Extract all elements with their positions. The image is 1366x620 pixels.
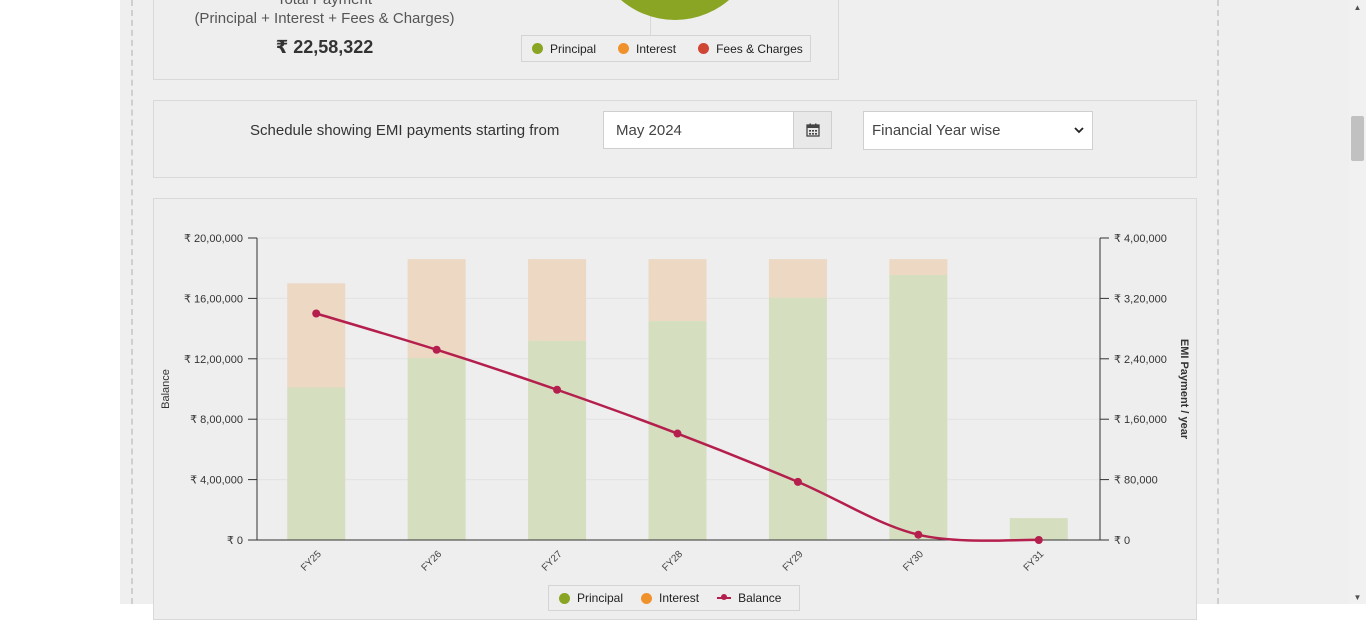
balance-line-icon [717,594,732,600]
vertical-scrollbar[interactable]: ▲ ▼ [1349,0,1366,604]
x-tick-label: FY30 [901,549,926,574]
y-tick-label-right: ₹ 0 [1114,535,1130,547]
balance-point [793,477,802,486]
bar-interest [287,283,346,388]
balance-point [914,530,923,539]
y-axis-title-left: Balance [160,369,172,409]
balance-point [1034,536,1043,544]
balance-point [312,309,321,318]
bar-principal [528,340,587,540]
y-tick-label-right: ₹ 3,20,000 [1114,293,1167,305]
balance-point [673,429,682,438]
y-tick-label-left: ₹ 16,00,000 [184,293,243,305]
y-tick-label-right: ₹ 1,60,000 [1114,414,1167,426]
bar-interest [528,259,587,341]
emi-chart: ₹ 0 ₹ 0 ₹ 4,00,000 ₹ 80,000 ₹ 8,00,000 ₹ 1,60… [160,233,1190,574]
interest-dot-icon [641,592,653,604]
bar-principal [889,274,948,540]
chart-legend-item-balance[interactable]: Balance [717,591,781,605]
y-tick-label-right: ₹ 2,40,000 [1114,354,1167,366]
balance-point [553,385,562,394]
x-tick-label: FY26 [420,549,445,574]
balance-point [432,345,441,354]
x-tick-label: FY27 [540,549,565,574]
y-axis-title-right: EMI Payment / year [1178,339,1190,440]
bar-principal [407,358,466,540]
chart-legend-label: Interest [659,591,700,605]
y-tick-label-left: ₹ 12,00,000 [184,354,243,366]
y-tick-label-left: ₹ 4,00,000 [190,475,243,487]
y-tick-label-left: ₹ 20,00,000 [184,233,243,245]
x-tick-label: FY28 [660,549,685,574]
y-tick-label-left: ₹ 8,00,000 [190,414,243,426]
chart-legend-item-interest[interactable]: Interest [641,591,699,605]
x-tick-label: FY29 [781,549,806,574]
x-tick-label: FY31 [1022,549,1047,574]
chart-legend: Principal Interest Balance [548,585,800,611]
chart-legend-label: Principal [577,591,624,605]
y-tick-label-right: ₹ 80,000 [1114,475,1158,487]
chart-legend-label: Balance [738,591,782,605]
x-tick-label: FY25 [299,549,324,574]
bar-interest [768,259,827,298]
scroll-thumb[interactable] [1351,116,1364,161]
y-tick-label-left: ₹ 0 [227,535,243,547]
bar-interest [889,259,948,275]
chart-legend-item-principal[interactable]: Principal [559,591,623,605]
bar-principal [287,387,346,540]
y-tick-label-right: ₹ 4,00,000 [1114,233,1167,245]
bar-interest [648,259,707,322]
scroll-up-arrow-icon[interactable]: ▲ [1349,0,1366,14]
bar-principal [768,297,827,540]
scroll-down-arrow-icon[interactable]: ▼ [1349,590,1366,604]
principal-dot-icon [559,592,570,604]
